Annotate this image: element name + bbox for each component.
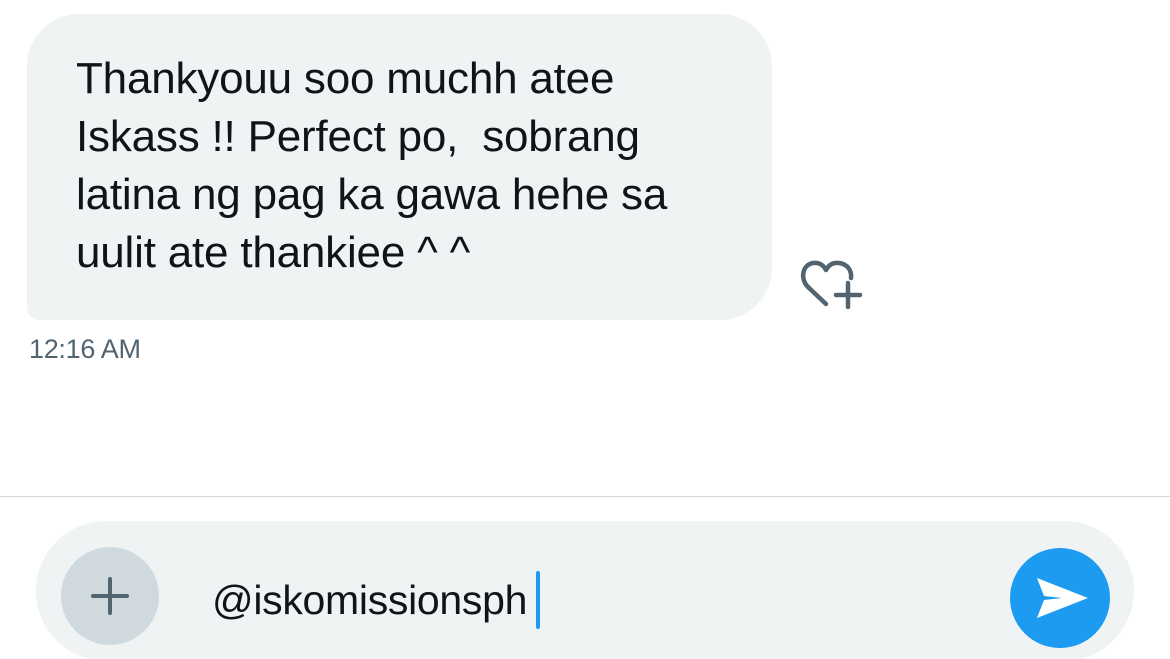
add-reaction-button[interactable] [798,256,864,314]
text-cursor [536,571,541,629]
message-line: Iskass !! Perfect po, sobrang [76,112,640,161]
heart-plus-icon [800,260,863,310]
message-text: Thankyouu soo muchh atee Iskass !! Perfe… [76,50,756,282]
composer-divider [0,496,1170,497]
message-timestamp: 12:16 AM [29,334,141,364]
message-line: uulit ate thankiee ^ ^ [76,228,471,277]
message-line: latina ng pag ka gawa hehe sa [76,170,668,219]
message-composer [36,521,1134,659]
message-input[interactable]: @iskomissionsph [212,571,541,629]
plus-icon [91,577,129,615]
send-button[interactable] [1010,548,1110,648]
message-input-value: @iskomissionsph [212,576,528,623]
send-arrow-icon [1037,578,1088,618]
add-media-button[interactable] [61,547,159,645]
message-line: Thankyouu soo muchh atee [76,54,615,103]
dm-conversation-screen: Thankyouu soo muchh atee Iskass !! Perfe… [0,0,1170,659]
